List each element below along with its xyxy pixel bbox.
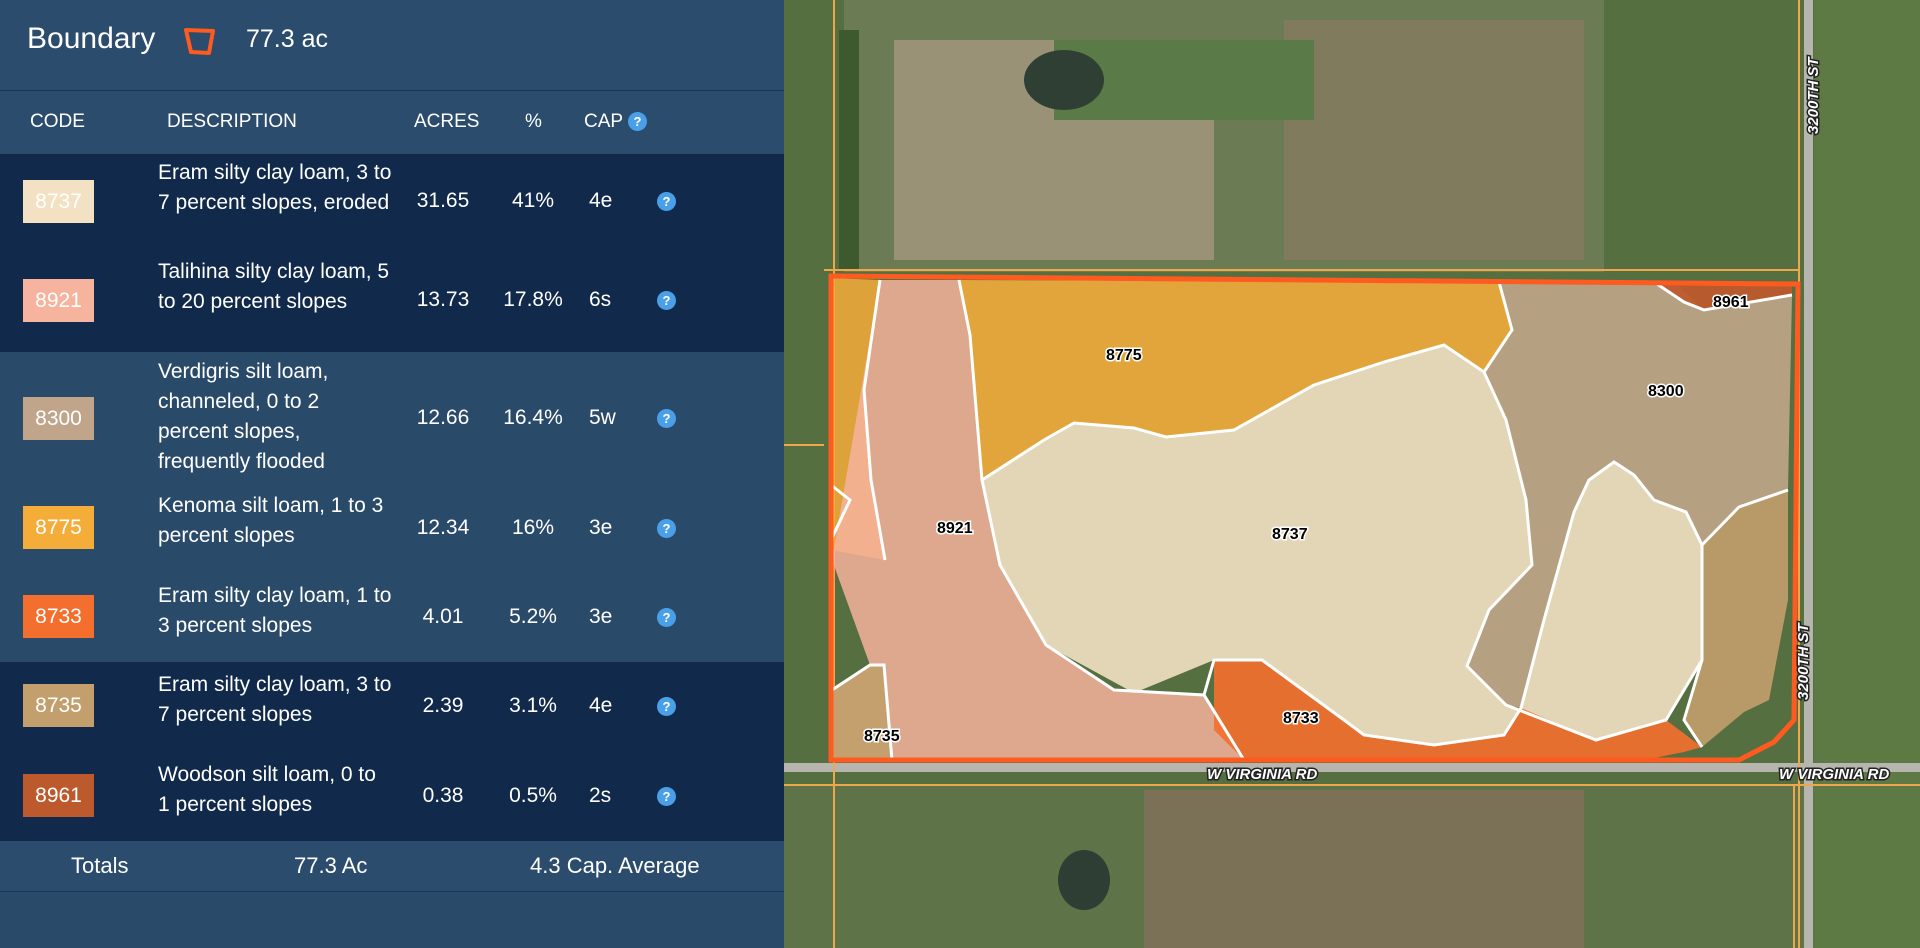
boundary-title: Boundary [27, 22, 156, 55]
cap-help-icon[interactable]: ? [628, 112, 647, 131]
totals-label: Totals [71, 853, 129, 878]
column-code: CODE [30, 111, 85, 132]
soil-description: Eram silty clay loam, 3 to 7 percent slo… [158, 673, 392, 726]
table-header: CODE DESCRIPTION ACRES % CAP ? [0, 91, 784, 153]
satellite-map[interactable]: 8737 8921 8300 8775 8733 8735 8961 W VIR… [784, 0, 1920, 948]
soil-percent: 5.2% [509, 605, 557, 628]
column-percent: % [525, 111, 542, 132]
map-canvas[interactable]: 8737 8921 8300 8775 8733 8735 8961 W VIR… [784, 0, 1920, 948]
soil-code-swatch: 8733 [23, 595, 94, 638]
soil-acres: 0.38 [422, 784, 464, 807]
soil-description: Verdigris silt loam, channeled, 0 to 2 p… [158, 360, 329, 473]
soil-acres: 12.66 [416, 406, 470, 429]
soil-label: 8735 [864, 728, 900, 745]
soil-help-icon[interactable]: ? [657, 787, 676, 806]
column-acres: ACRES [414, 111, 480, 132]
boundary-acres: 77.3 ac [246, 25, 329, 53]
polygon-boundary-icon[interactable] [182, 25, 218, 59]
field-south-bare [1144, 790, 1584, 948]
soil-help-icon[interactable]: ? [657, 291, 676, 310]
soil-cap: 5w [589, 406, 616, 429]
soil-acres: 13.73 [416, 288, 470, 311]
soil-acres: 31.65 [416, 189, 470, 212]
soil-row[interactable]: 8921 Talihina silty clay loam, 5 to 20 p… [0, 252, 784, 352]
soil-acres: 2.39 [422, 694, 464, 717]
soil-percent: 16% [511, 516, 555, 539]
soil-description: Talihina silty clay loam, 5 to 20 percen… [158, 260, 390, 313]
soil-report-panel: Boundary 77.3 ac CODE DESCRIPTION ACRES … [0, 0, 784, 948]
road-label: W VIRGINIA RD [1207, 766, 1317, 783]
soil-help-icon[interactable]: ? [657, 519, 676, 538]
soil-cap: 4e [589, 694, 613, 717]
soil-cap: 3e [589, 605, 613, 628]
soil-description: Eram silty clay loam, 3 to 7 percent slo… [158, 161, 392, 214]
soil-label: 8300 [1648, 383, 1684, 400]
soil-label: 8775 [1106, 347, 1142, 364]
soil-acres: 4.01 [422, 605, 464, 628]
soil-percent: 17.8% [503, 288, 563, 311]
soil-percent: 41% [511, 189, 555, 212]
tree-line [839, 30, 859, 270]
soil-label: 8733 [1283, 710, 1319, 727]
column-description: DESCRIPTION [167, 111, 297, 132]
soil-code-swatch: 8735 [23, 684, 94, 727]
field-north-east [1284, 20, 1584, 260]
soil-percent: 0.5% [509, 784, 557, 807]
soil-cap: 4e [589, 189, 613, 212]
soil-cap: 6s [589, 288, 612, 311]
soil-help-icon[interactable]: ? [657, 409, 676, 428]
soil-row[interactable]: 8300 Verdigris silt loam, channeled, 0 t… [0, 352, 784, 482]
soil-row[interactable]: 8735 Eram silty clay loam, 3 to 7 percen… [0, 662, 784, 752]
totals-row: Totals 77.3 Ac 4.3 Cap. Average [0, 841, 784, 892]
totals-acres: 77.3 Ac [294, 853, 368, 878]
soil-description: Eram silty clay loam, 1 to 3 percent slo… [158, 584, 392, 637]
pond-south [1058, 850, 1110, 910]
soil-row[interactable]: 8775 Kenoma silt loam, 1 to 3 percent sl… [0, 482, 784, 572]
soil-code-swatch: 8737 [23, 180, 94, 223]
field-east [1814, 0, 1920, 948]
soil-row[interactable]: 8737 Eram silty clay loam, 3 to 7 percen… [0, 154, 784, 252]
soil-description: Woodson silt loam, 0 to 1 percent slopes [158, 763, 376, 816]
soil-row[interactable]: 8733 Eram silty clay loam, 1 to 3 percen… [0, 572, 784, 662]
totals-cap-average: 4.3 Cap. Average [530, 853, 700, 878]
soil-percent: 3.1% [509, 694, 557, 717]
soil-cap: 3e [589, 516, 613, 539]
soil-percent: 16.4% [503, 406, 563, 429]
soil-code-swatch: 8775 [23, 506, 94, 549]
soil-cap: 2s [589, 784, 612, 807]
road-3200th [1804, 0, 1813, 948]
pond [1024, 50, 1104, 110]
soil-code-swatch: 8300 [23, 397, 94, 440]
soil-help-icon[interactable]: ? [657, 608, 676, 627]
road-label: 3200TH ST [1805, 55, 1822, 134]
column-cap: CAP [584, 111, 624, 132]
soil-help-icon[interactable]: ? [657, 192, 676, 211]
soil-acres: 12.34 [416, 516, 470, 539]
road-w-virginia [784, 763, 1920, 772]
panel-header: Boundary 77.3 ac [0, 0, 784, 91]
road-label: W VIRGINIA RD [1779, 766, 1889, 783]
soil-label: 8921 [937, 520, 973, 537]
soil-row[interactable]: 8961 Woodson silt loam, 0 to 1 percent s… [0, 752, 784, 841]
soil-code-swatch: 8961 [23, 774, 94, 817]
soil-label: 8737 [1272, 526, 1308, 543]
soil-help-icon[interactable]: ? [657, 697, 676, 716]
soil-label: 8961 [1713, 294, 1749, 311]
soil-description: Kenoma silt loam, 1 to 3 percent slopes [158, 494, 384, 547]
soil-code-swatch: 8921 [23, 279, 94, 322]
road-label: 3200TH ST [1795, 621, 1812, 700]
